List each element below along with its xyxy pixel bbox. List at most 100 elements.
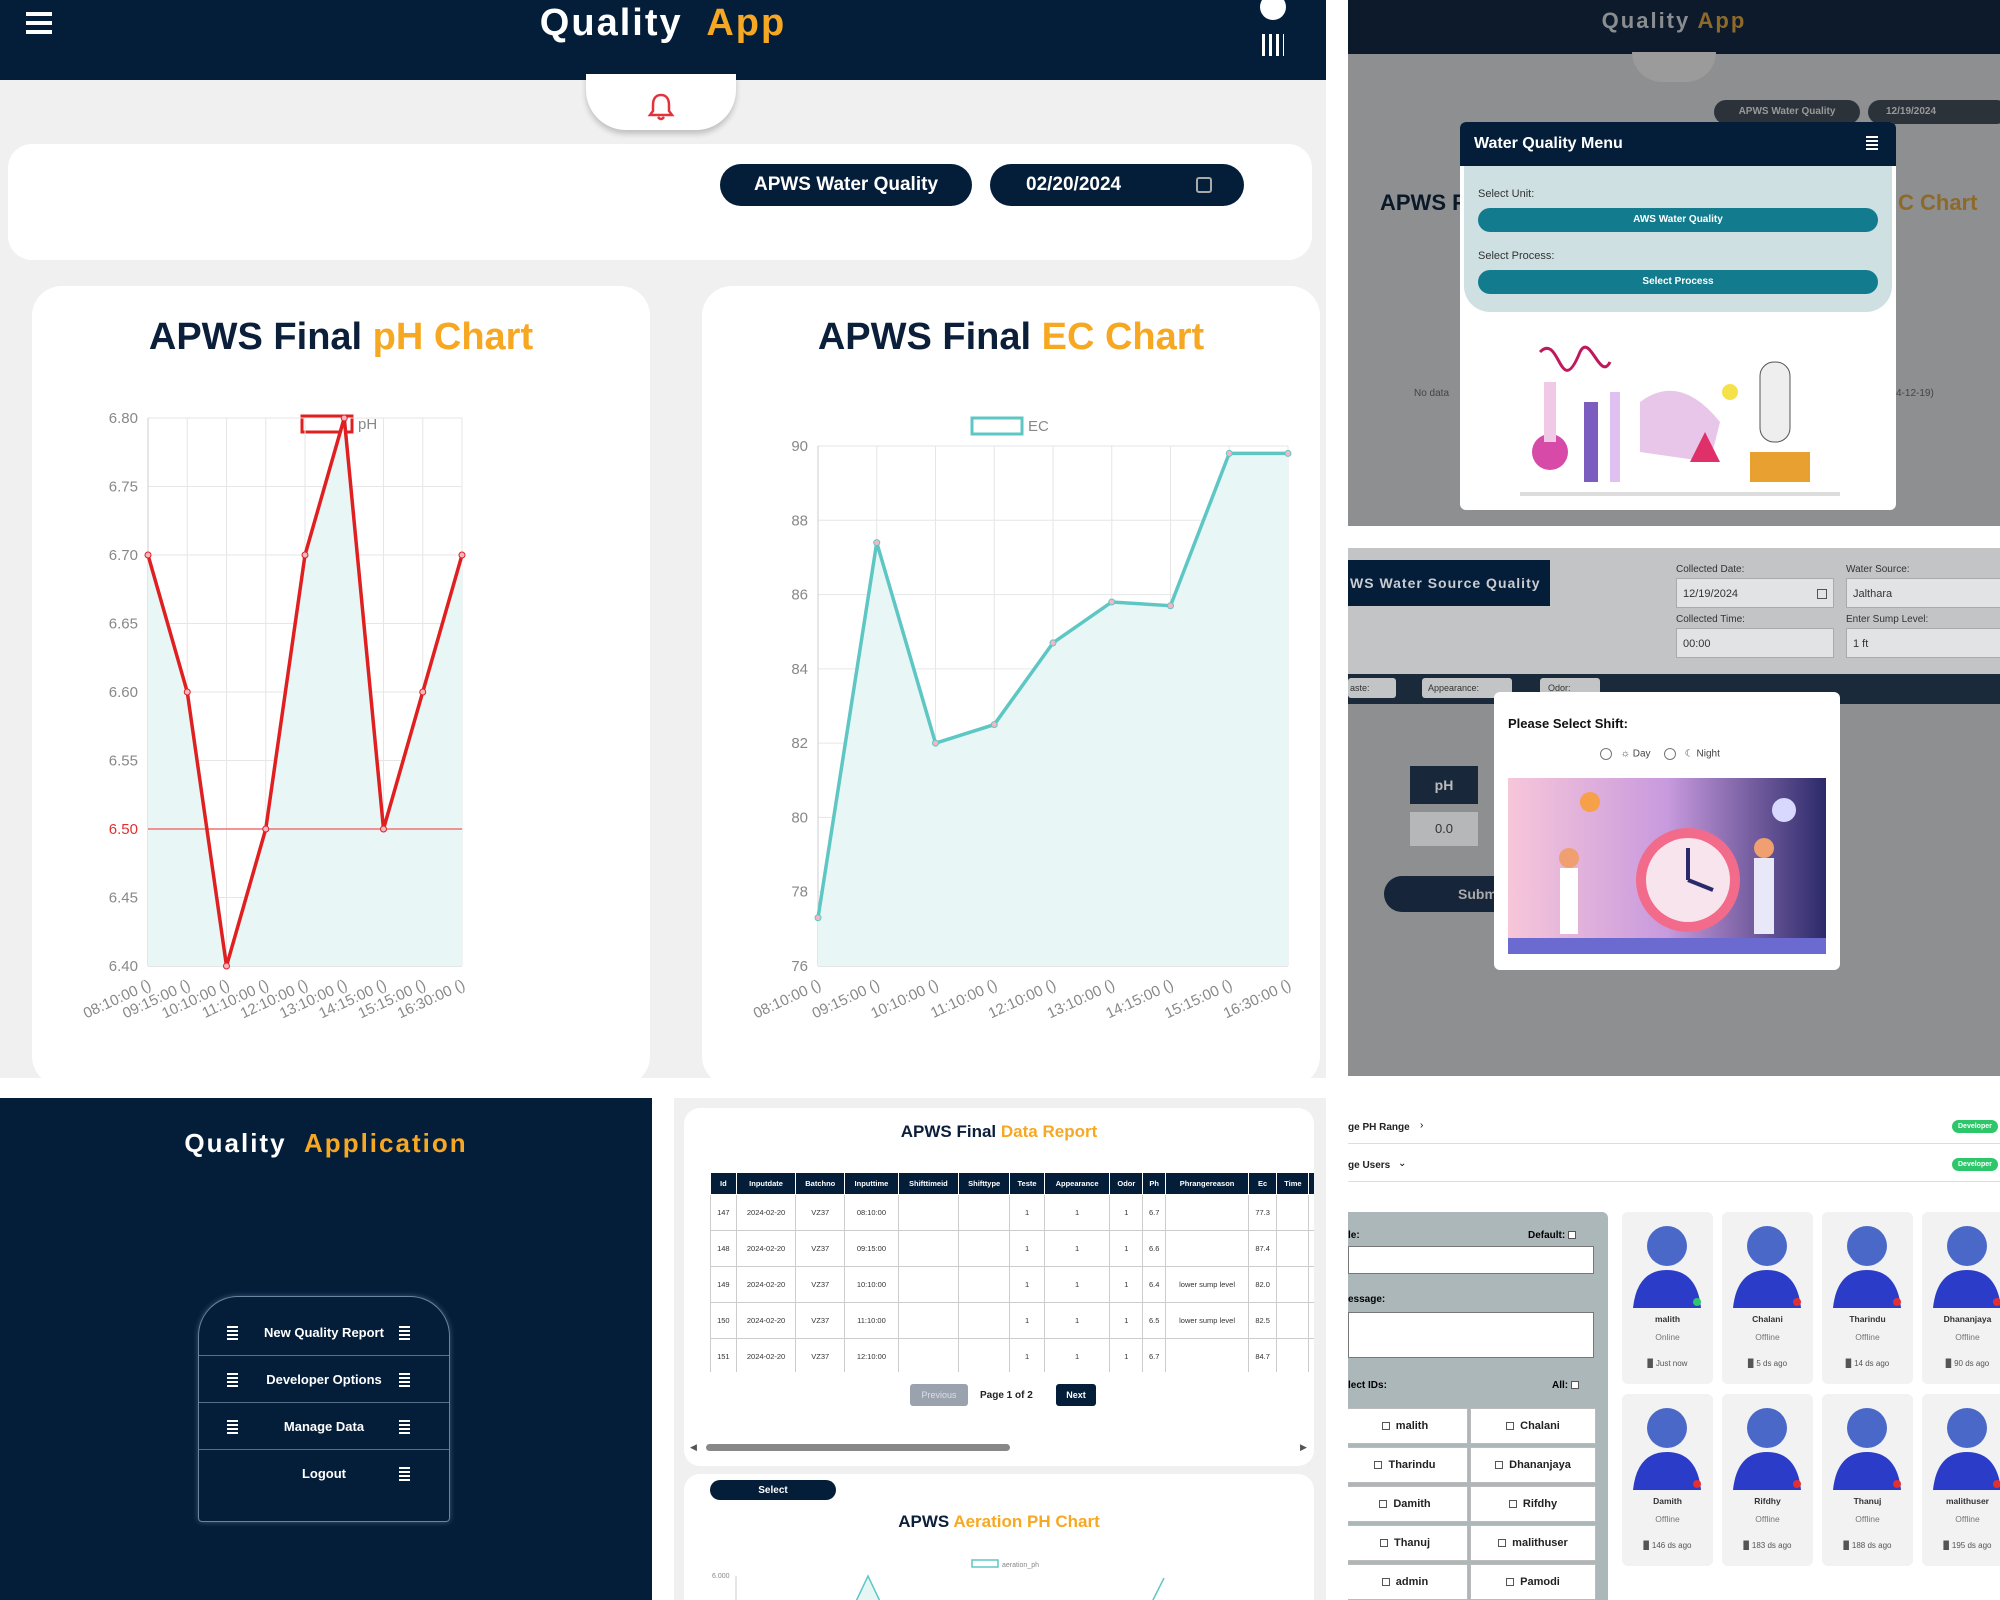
select-id-checkbox[interactable]: Tharindu [1348,1447,1468,1483]
ph-data-point[interactable] [380,825,387,833]
table-cell: VZ37 [795,1302,846,1339]
select-id-checkbox[interactable]: Dhananjaya [1470,1447,1596,1483]
users-row[interactable]: ge Users ⌄ Developer [1348,1146,2000,1182]
calendar-icon[interactable] [1817,589,1827,599]
message-textarea[interactable] [1348,1312,1594,1358]
ec-data-point[interactable] [990,721,998,729]
report-column-header[interactable]: Batchno [795,1172,846,1195]
checkbox[interactable] [1495,1461,1504,1469]
panel2-date-pill[interactable]: 12/19/2024 [1868,100,2000,124]
unit-select-pill[interactable]: APWS Water Quality [720,164,972,206]
select-id-checkbox[interactable]: Rifdhy [1470,1486,1596,1522]
user-card[interactable]: malith Online ▉ Just now [1622,1212,1713,1384]
collected-date-input[interactable]: 12/19/2024 [1676,578,1834,608]
shift-night-option[interactable]: ☾ Night [1664,748,1720,760]
checkbox[interactable] [1381,1578,1390,1586]
select-id-checkbox[interactable]: Chalani [1470,1408,1596,1444]
checkbox[interactable] [1374,1461,1383,1469]
select-id-checkbox[interactable]: admin [1348,1564,1468,1600]
next-button[interactable]: Next [1056,1384,1096,1406]
ec-data-point[interactable] [1108,598,1116,606]
select-id-checkbox[interactable]: Pamodi [1470,1564,1596,1600]
radio-day[interactable] [1600,748,1612,760]
ph-data-point[interactable] [301,551,309,559]
filter-sliders-icon[interactable] [1262,34,1284,56]
dialog-menu-icon[interactable] [1866,136,1878,152]
ph-range-row[interactable]: ge PH Range › Developer [1348,1108,2000,1144]
ec-data-point[interactable] [1167,602,1174,610]
ph-data-point[interactable] [183,688,191,696]
ph-data-point[interactable] [419,688,427,696]
checkbox[interactable] [1381,1422,1390,1430]
table-scrollbar[interactable]: ◀ ▶ [690,1442,1310,1452]
select-unit-button[interactable]: AWS Water Quality [1478,208,1878,232]
report-column-header[interactable]: Inputtime [844,1172,899,1195]
sump-level-input[interactable]: 1 ft [1846,628,2000,658]
report-column-header[interactable]: Odor [1109,1172,1144,1195]
checkbox[interactable] [1506,1578,1515,1586]
user-card[interactable]: Rifdhy Offline ▉ 183 ds ago [1722,1394,1813,1566]
status-dot [1793,1298,1801,1306]
checkbox[interactable] [1379,1539,1388,1547]
ec-data-point[interactable] [1284,449,1292,457]
report-column-header[interactable]: Inputdate [735,1172,797,1195]
user-card[interactable]: Damith Offline ▉ 146 ds ago [1622,1394,1713,1566]
report-column-header[interactable]: Shifttype [957,1172,1011,1195]
user-card[interactable]: Chalani Offline ▉ 5 ds ago [1722,1212,1813,1384]
scroll-right-icon[interactable]: ▶ [1300,1442,1307,1453]
user-card[interactable]: Thanuj Offline ▉ 188 ds ago [1822,1394,1913,1566]
menu-item-new-quality-report[interactable]: New Quality Report [199,1309,449,1356]
select-id-checkbox[interactable]: Damith [1348,1486,1468,1522]
notification-tab[interactable] [586,74,736,130]
date-picker-pill[interactable]: 02/20/2024 [990,164,1244,206]
shift-day-option[interactable]: ☼ Day [1600,748,1651,760]
ph-data-point[interactable] [340,414,348,422]
ec-data-point[interactable] [814,914,822,922]
checkbox[interactable] [1498,1539,1507,1547]
user-card[interactable]: malithuser Offline ▉ 195 ds ago [1922,1394,2000,1566]
select-id-checkbox[interactable]: malithuser [1470,1525,1596,1561]
report-column-header[interactable]: Appearance [1043,1172,1111,1195]
select-id-checkbox[interactable]: malith [1348,1408,1468,1444]
ec-data-point[interactable] [1049,639,1057,647]
checkbox[interactable] [1506,1422,1515,1430]
default-checkbox[interactable] [1568,1231,1577,1240]
water-source-input[interactable]: Jalthara [1846,578,2000,608]
menu-item-developer-options[interactable]: Developer Options [199,1356,449,1403]
ec-data-point[interactable] [873,539,881,547]
taste-check[interactable]: aste: [1348,678,1396,698]
ph-value-input[interactable]: 0.0 [1410,812,1478,846]
ph-data-point[interactable] [144,551,152,559]
scroll-thumb[interactable] [706,1444,1010,1451]
ph-data-point[interactable] [223,962,230,970]
ec-data-point[interactable] [932,739,939,747]
radio-night[interactable] [1664,748,1676,760]
report-column-header[interactable]: Phrangereason [1165,1172,1249,1195]
scroll-left-icon[interactable]: ◀ [690,1442,697,1453]
panel2-bell-tab[interactable] [1632,52,1716,82]
report-column-header[interactable]: Ph [1142,1172,1167,1195]
title-input[interactable] [1348,1246,1594,1274]
panel2-unit-pill[interactable]: APWS Water Quality [1714,100,1860,124]
checkbox[interactable] [1379,1500,1388,1508]
menu-item-manage-data[interactable]: Manage Data [199,1403,449,1450]
select-id-checkbox[interactable]: Thanuj [1348,1525,1468,1561]
all-checkbox[interactable] [1570,1381,1579,1390]
report-column-header[interactable]: Time [1276,1172,1310,1195]
ph-data-point[interactable] [262,825,270,833]
collected-time-input[interactable]: 00:00 [1676,628,1834,658]
report-column-header[interactable]: Nitrate [1308,1172,1314,1195]
calendar-icon[interactable] [1196,177,1212,193]
checkbox[interactable] [1508,1500,1517,1508]
select-process-button[interactable]: Select Process [1478,270,1878,294]
report-column-header[interactable]: Ec [1247,1172,1278,1195]
user-card[interactable]: Tharindu Offline ▉ 14 ds ago [1822,1212,1913,1384]
prev-button[interactable]: Previous [910,1384,968,1406]
report-column-header[interactable]: Shifttimeid [897,1172,959,1195]
menu-item-logout[interactable]: Logout [199,1450,449,1497]
user-card[interactable]: Dhananjaya Offline ▉ 90 ds ago [1922,1212,2000,1384]
report-column-header[interactable]: Teste [1009,1172,1045,1195]
report-column-header[interactable]: Id [710,1172,737,1195]
ec-data-point[interactable] [1225,449,1233,457]
ph-data-point[interactable] [458,551,466,559]
